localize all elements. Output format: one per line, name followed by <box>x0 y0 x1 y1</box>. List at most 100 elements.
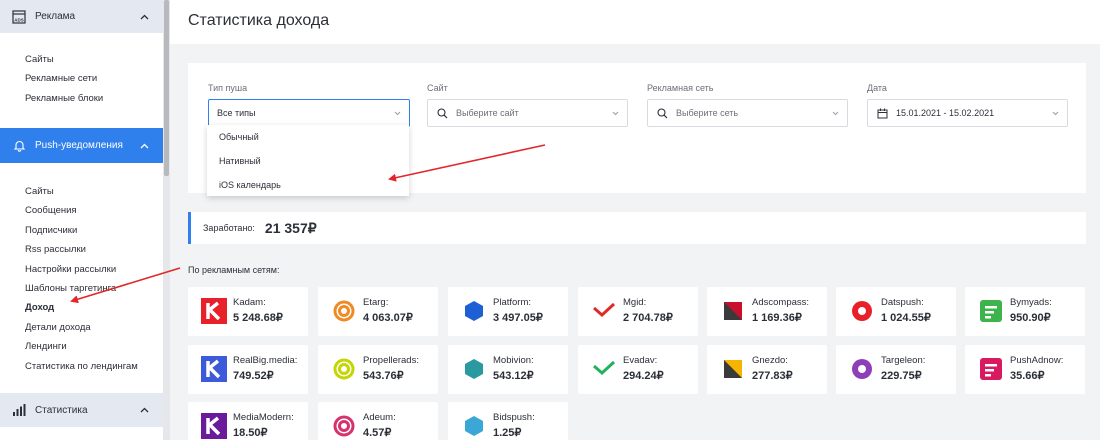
chevron-up-icon <box>139 141 149 151</box>
push-type-label: Тип пуша <box>208 83 248 93</box>
main-content: Статистика дохода Тип пуша Все типы Сайт… <box>170 0 1100 440</box>
network-name: Evadav: <box>623 355 658 366</box>
sidebar-item-ads-sites[interactable]: Сайты <box>25 50 163 69</box>
network-logo-icon <box>330 355 358 383</box>
network-logo-icon <box>719 355 747 383</box>
network-card: Bymyads: 950.90₽ <box>965 287 1085 336</box>
sidebar-item-push-sites[interactable]: Сайты <box>25 182 163 201</box>
sidebar-item-ad-blocks[interactable]: Рекламные блоки <box>25 89 163 108</box>
search-icon <box>436 107 448 119</box>
sidebar-section-title: Реклама <box>35 11 76 22</box>
site-select[interactable]: Выберите сайт <box>427 99 628 127</box>
network-card: Mgid: 2 704.78₽ <box>578 287 698 336</box>
network-label: Рекламная сеть <box>647 83 714 93</box>
push-type-option-native[interactable]: Нативный <box>207 149 409 173</box>
sidebar-item-ad-networks[interactable]: Рекламные сети <box>25 69 163 88</box>
network-amount: 294.24₽ <box>623 370 664 382</box>
stats-chart-icon <box>12 403 26 417</box>
network-name: Propellerads: <box>363 355 419 366</box>
network-logo-icon <box>977 297 1005 325</box>
sidebar-section-title: Push-уведомления <box>35 140 123 151</box>
earned-label: Заработано: <box>203 223 255 233</box>
date-range-value: 15.01.2021 - 15.02.2021 <box>896 108 995 118</box>
sidebar-item-income[interactable]: Доход <box>25 298 163 317</box>
network-logo-icon <box>590 297 618 325</box>
network-name: Gnezdo: <box>752 355 788 366</box>
network-name: Bymyads: <box>1010 297 1052 308</box>
push-type-option-ios-calendar[interactable]: iOS календарь <box>207 173 409 197</box>
network-amount: 4 063.07₽ <box>363 312 413 324</box>
network-name: Datspush: <box>881 297 924 308</box>
network-logo-icon <box>200 355 228 383</box>
sidebar-item-rss[interactable]: Rss рассылки <box>25 240 163 259</box>
sidebar-item-income-details[interactable]: Детали дохода <box>25 318 163 337</box>
sidebar-item-subscribers[interactable]: Подписчики <box>25 221 163 240</box>
network-amount: 2 704.78₽ <box>623 312 673 324</box>
network-logo-icon <box>977 355 1005 383</box>
date-range-picker[interactable]: 15.01.2021 - 15.02.2021 <box>867 99 1068 127</box>
network-name: MediaModern: <box>233 412 294 423</box>
earned-amount: 21 357₽ <box>264 219 317 236</box>
search-icon <box>656 107 668 119</box>
network-card: Gnezdo: 277.83₽ <box>707 345 827 394</box>
network-name: Mgid: <box>623 297 647 308</box>
svg-text:ADS: ADS <box>14 17 24 22</box>
network-name: Kadam: <box>233 297 266 308</box>
top-bar: Статистика дохода <box>170 0 1100 44</box>
sidebar-section-ads[interactable]: ADS Реклама <box>0 0 163 33</box>
sidebar: ADS Реклама Сайты Рекламные сети Рекламн… <box>0 0 163 440</box>
network-amount: 3 497.05₽ <box>493 312 543 324</box>
chevron-down-icon <box>831 109 839 117</box>
network-logo-icon <box>330 297 358 325</box>
sidebar-item-landing-stats[interactable]: Статистика по лендингам <box>25 357 163 376</box>
network-amount: 4.57₽ <box>363 427 392 439</box>
sidebar-item-messages[interactable]: Сообщения <box>25 201 163 220</box>
network-name: Targeleon: <box>881 355 926 366</box>
network-card: Adscompass: 1 169.36₽ <box>707 287 827 336</box>
network-amount: 277.83₽ <box>752 370 793 382</box>
push-type-dropdown: Обычный Нативный iOS календарь <box>207 125 409 196</box>
bell-icon <box>12 139 26 153</box>
network-logo-icon <box>460 355 488 383</box>
network-card: Bidspush: 1.25₽ <box>448 402 568 440</box>
network-name: Bidspush: <box>493 412 535 423</box>
chevron-down-icon <box>611 109 619 117</box>
ads-icon: ADS <box>12 9 26 24</box>
push-type-select[interactable]: Все типы <box>208 99 410 127</box>
date-label: Дата <box>867 83 887 93</box>
network-logo-icon <box>330 412 358 440</box>
network-card: Propellerads: 543.76₽ <box>318 345 438 394</box>
push-type-option-regular[interactable]: Обычный <box>207 125 409 149</box>
network-card: Etarg: 4 063.07₽ <box>318 287 438 336</box>
network-placeholder: Выберите сеть <box>676 108 739 118</box>
network-select[interactable]: Выберите сеть <box>647 99 848 127</box>
network-card: Kadam: 5 248.68₽ <box>188 287 308 336</box>
network-card: PushAdnow: 35.66₽ <box>965 345 1085 394</box>
sidebar-section-stats[interactable]: Статистика <box>0 393 163 427</box>
sidebar-section-title: Статистика <box>35 404 88 416</box>
network-amount: 749.52₽ <box>233 370 274 382</box>
network-name: Etarg: <box>363 297 389 308</box>
chevron-up-icon <box>139 405 149 415</box>
network-logo-icon <box>719 297 747 325</box>
network-logo-icon <box>460 412 488 440</box>
sidebar-item-mailing-settings[interactable]: Настройки рассылки <box>25 260 163 279</box>
network-amount: 543.76₽ <box>363 370 404 382</box>
sidebar-scrollbar[interactable] <box>163 0 170 440</box>
chevron-up-icon <box>139 12 149 22</box>
sidebar-item-landings[interactable]: Лендинги <box>25 337 163 356</box>
networks-title: По рекламным сетям: <box>188 265 280 275</box>
network-amount: 35.66₽ <box>1010 370 1045 382</box>
sidebar-item-targeting-templates[interactable]: Шаблоны таргетинга <box>25 279 163 298</box>
network-logo-icon <box>460 297 488 325</box>
network-name: RealBig.media: <box>233 355 298 366</box>
network-logo-icon <box>848 355 876 383</box>
network-card: Mobivion: 543.12₽ <box>448 345 568 394</box>
site-placeholder: Выберите сайт <box>456 108 519 118</box>
network-card: Evadav: 294.24₽ <box>578 345 698 394</box>
scrollbar-thumb[interactable] <box>164 0 169 176</box>
sidebar-section-push[interactable]: Push-уведомления <box>0 128 163 163</box>
network-logo-icon <box>590 355 618 383</box>
network-amount: 5 248.68₽ <box>233 312 283 324</box>
network-amount: 1 169.36₽ <box>752 312 802 324</box>
